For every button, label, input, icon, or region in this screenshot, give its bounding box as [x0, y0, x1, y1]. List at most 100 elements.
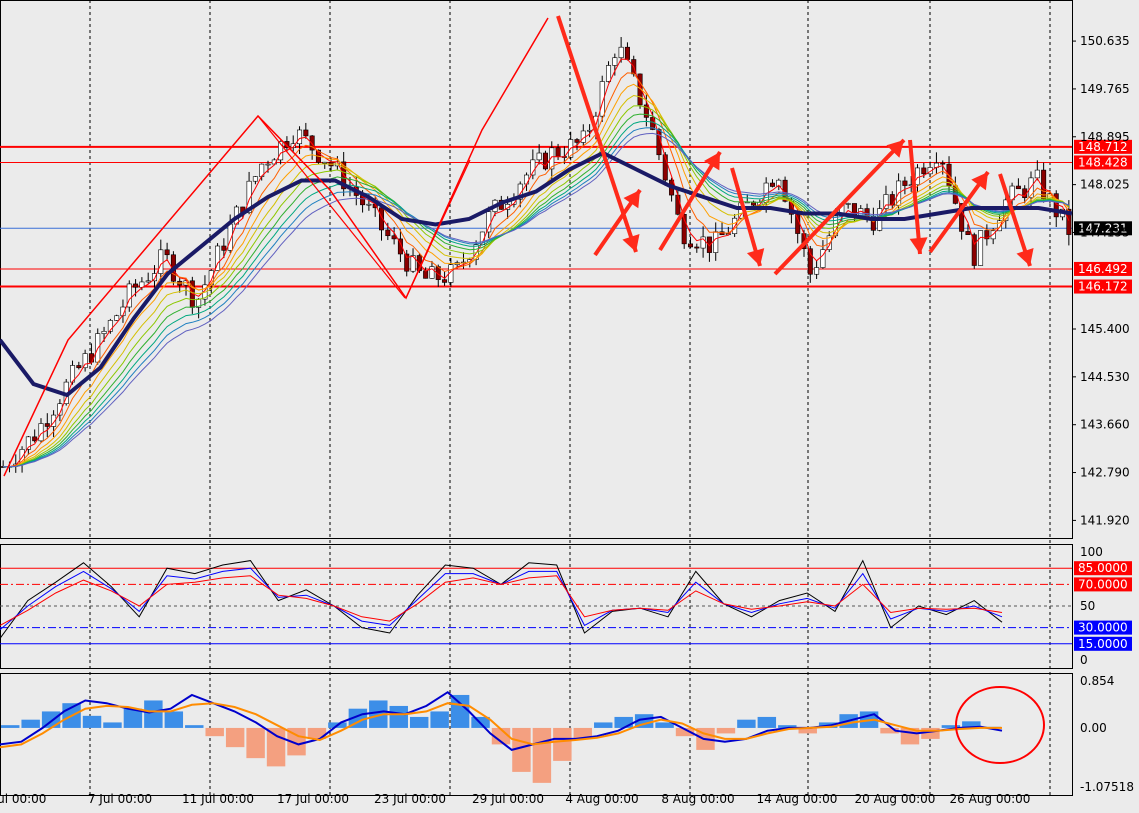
candle-body	[574, 139, 580, 143]
stochastic-layer: 85.0000 70.0000 30.0000 15.0000	[0, 559, 1132, 651]
macd-histogram-bar	[82, 715, 102, 728]
x-tick-label: 8 Aug 00:00	[661, 792, 734, 806]
price-series-layer	[0, 37, 1073, 473]
y-tick-label: 149.765	[1080, 82, 1130, 96]
macd-histogram-bar	[757, 716, 777, 728]
axes-layer: Jul 00:00 7 Jul 00:00 11 Jul 00:00 17 Jul 0…	[0, 34, 1134, 806]
candle-body	[713, 231, 719, 253]
macd-histogram-bar	[164, 711, 184, 728]
chart-canvas: 148.712148.428146.492146.172147.231 85.0…	[0, 0, 1134, 806]
macd-histogram-bar	[594, 722, 613, 728]
level-tag-label: 146.172	[1078, 280, 1128, 294]
macd-y-tick-label: 0.00	[1080, 721, 1107, 735]
x-tick-label: 4 Aug 00:00	[565, 792, 638, 806]
candle-body	[486, 211, 492, 233]
candle-body	[618, 46, 624, 59]
candle-body	[978, 230, 984, 266]
macd-histogram-bar	[185, 725, 204, 728]
annotation-layer	[3, 15, 1045, 764]
macd-histogram-bar	[737, 719, 756, 728]
candle-body	[385, 229, 391, 237]
x-tick-label: 7 Jul 00:00	[88, 792, 152, 806]
macd-histogram-bar	[430, 711, 449, 728]
macd-histogram-bar	[1, 725, 20, 728]
trend-arrow-head	[971, 172, 988, 191]
candle-body	[1009, 185, 1015, 201]
forex-chart-window: 148.712 148.428 146.492 146.172 147.231 85.0…	[0, 0, 1139, 809]
ribbon-ma-line	[3, 127, 1069, 468]
candle-body	[914, 167, 921, 186]
candle-body	[76, 365, 82, 369]
candle-body	[769, 182, 775, 187]
trend-arrow-head	[909, 237, 928, 254]
stoch-level-label: 15.0000	[1078, 637, 1128, 651]
candle-body	[587, 129, 593, 132]
candle-body	[297, 129, 303, 145]
candle-body	[265, 163, 271, 166]
macd-layer	[0, 690, 1003, 783]
candle-body	[612, 57, 618, 66]
candle-body	[114, 315, 120, 321]
y-tick-label: 144.530	[1080, 370, 1130, 384]
macd-y-tick-label: 0.854	[1080, 674, 1114, 688]
candle-body	[442, 279, 448, 283]
candle-body	[814, 267, 820, 275]
candle-body	[965, 231, 971, 236]
candle-body	[221, 245, 227, 251]
candle-body	[366, 203, 372, 206]
trend-arrow-head	[746, 248, 765, 266]
candle-body	[687, 243, 694, 248]
candle-body	[164, 249, 170, 256]
candle-body	[675, 194, 681, 215]
y-tick-label: 143.660	[1080, 418, 1130, 432]
y-tick-label: 142.790	[1080, 466, 1130, 480]
x-tick-label: 29 Jul 00:00	[472, 792, 544, 806]
candle-body	[902, 180, 908, 186]
macd-histogram-bar	[266, 727, 286, 767]
stoch-series-line	[0, 575, 1003, 626]
y-tick-label: 141.920	[1080, 513, 1130, 527]
grid-layer	[0, 0, 1073, 796]
candle-body	[133, 283, 139, 288]
stoch-level-label: 85.0000	[1078, 561, 1128, 575]
candle-body	[32, 436, 38, 442]
candle-body	[889, 194, 895, 206]
candle-body	[303, 129, 309, 137]
candle-body	[252, 176, 258, 182]
candle-body	[322, 161, 328, 164]
candle-body	[606, 65, 612, 82]
macd-histogram-bar	[409, 716, 429, 728]
trend-arrow-head	[623, 190, 640, 209]
x-tick-label: 14 Aug 00:00	[757, 792, 838, 806]
x-tick-label: 17 Jul 00:00	[277, 792, 349, 806]
candle-body	[82, 353, 88, 369]
candle-body	[795, 214, 801, 234]
macd-histogram-bar	[205, 727, 224, 737]
y-tick-label: 145.400	[1080, 322, 1130, 336]
macd-histogram-bar	[553, 727, 572, 761]
trend-arrow-shaft	[908, 139, 922, 255]
candle-body	[88, 353, 94, 363]
x-tick-label: 11 Jul 00:00	[182, 792, 254, 806]
x-tick-label: 26 Aug 00:00	[950, 792, 1031, 806]
x-tick-label: 20 Aug 00:00	[855, 792, 936, 806]
candle-body	[44, 423, 50, 427]
stoch-series-line	[0, 567, 1003, 631]
macd-histogram-bar	[246, 727, 265, 759]
candle-body	[38, 423, 44, 442]
candle-body	[845, 203, 851, 205]
macd-histogram-bar	[716, 727, 736, 734]
candle-body	[555, 147, 561, 157]
candle-body	[423, 270, 429, 279]
stoch-level-label: 70.0000	[1078, 577, 1128, 591]
macd-histogram-bar	[389, 705, 408, 728]
macd-y-tick-label: -1.07518	[1080, 780, 1134, 794]
stoch-y-tick-label: 100	[1080, 545, 1103, 559]
stoch-level-label: 30.0000	[1078, 621, 1128, 635]
stoch-y-tick-label: 0	[1080, 653, 1088, 667]
candle-body	[158, 249, 164, 274]
macd-histogram-bar	[614, 716, 633, 728]
candle-body	[940, 162, 946, 165]
macd-histogram-bar	[21, 719, 40, 728]
x-tick-label: Jul 00:00	[0, 792, 46, 806]
